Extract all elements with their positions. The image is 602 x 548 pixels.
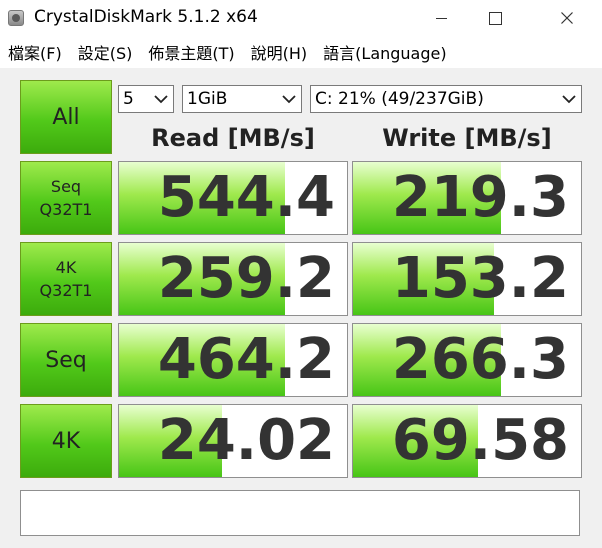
test-button-label-line1: Seq bbox=[50, 177, 82, 196]
seq-q32t1-write-result: 219.3 bbox=[352, 161, 582, 235]
menu-file[interactable]: 檔案(F) bbox=[0, 40, 70, 64]
menu-bar: 檔案(F) 設定(S) 佈景主題(T) 說明(H) 語言(Language) bbox=[0, 36, 602, 68]
seq-read-result: 464.2 bbox=[118, 323, 348, 397]
test-count-select[interactable]: 5 bbox=[118, 85, 174, 113]
close-icon bbox=[561, 12, 573, 24]
4k-write-result: 69.58 bbox=[352, 404, 582, 478]
chevron-down-icon bbox=[282, 95, 296, 104]
result-value: 259.2 bbox=[157, 246, 335, 311]
test-button-label-line2: Q32T1 bbox=[39, 281, 93, 300]
read-column-header: Read [MB/s] bbox=[151, 124, 315, 152]
menu-settings[interactable]: 設定(S) bbox=[70, 40, 141, 64]
drive-value: C: 21% (49/237GiB) bbox=[315, 89, 484, 109]
seq-q32t1-read-result: 544.4 bbox=[118, 161, 348, 235]
maximize-icon bbox=[488, 11, 502, 25]
drive-select[interactable]: C: 21% (49/237GiB) bbox=[310, 85, 582, 113]
4k-read-result: 24.02 bbox=[118, 404, 348, 478]
test-count-value: 5 bbox=[123, 89, 134, 109]
test-size-select[interactable]: 1GiB bbox=[182, 85, 302, 113]
result-value: 464.2 bbox=[157, 327, 335, 392]
result-value: 153.2 bbox=[391, 246, 569, 311]
test-size-value: 1GiB bbox=[187, 89, 228, 109]
result-value: 24.02 bbox=[157, 408, 335, 473]
write-column-header: Write [MB/s] bbox=[382, 124, 552, 152]
result-value: 266.3 bbox=[391, 327, 569, 392]
comment-box[interactable] bbox=[20, 490, 580, 536]
menu-theme[interactable]: 佈景主題(T) bbox=[140, 40, 242, 64]
seq-q32t1-button[interactable]: Seq Q32T1 bbox=[20, 161, 112, 235]
maximize-button[interactable] bbox=[472, 0, 518, 36]
test-button-label: 4K bbox=[51, 428, 81, 454]
result-value: 69.58 bbox=[391, 408, 569, 473]
test-button-label-line2: Q32T1 bbox=[39, 200, 93, 219]
seq-button[interactable]: Seq bbox=[20, 323, 112, 397]
window-title: CrystalDiskMark 5.1.2 x64 bbox=[34, 7, 258, 27]
4k-button[interactable]: 4K bbox=[20, 404, 112, 478]
chevron-down-icon bbox=[562, 95, 576, 104]
menu-language[interactable]: 語言(Language) bbox=[315, 40, 454, 64]
seq-write-result: 266.3 bbox=[352, 323, 582, 397]
result-value: 544.4 bbox=[157, 165, 335, 230]
all-button-label: All bbox=[52, 104, 80, 130]
title-bar: CrystalDiskMark 5.1.2 x64 bbox=[0, 0, 602, 36]
app-icon bbox=[8, 10, 24, 26]
all-button[interactable]: All bbox=[20, 80, 112, 154]
minimize-button[interactable] bbox=[418, 0, 464, 36]
minimize-icon bbox=[435, 17, 447, 19]
test-button-label: Seq bbox=[45, 347, 87, 373]
result-value: 219.3 bbox=[391, 165, 569, 230]
test-button-label-line1: 4K bbox=[55, 258, 77, 277]
menu-help[interactable]: 說明(H) bbox=[243, 40, 316, 64]
chevron-down-icon bbox=[154, 95, 168, 104]
4k-q32t1-read-result: 259.2 bbox=[118, 242, 348, 316]
4k-q32t1-write-result: 153.2 bbox=[352, 242, 582, 316]
4k-q32t1-button[interactable]: 4K Q32T1 bbox=[20, 242, 112, 316]
close-button[interactable] bbox=[544, 0, 590, 36]
